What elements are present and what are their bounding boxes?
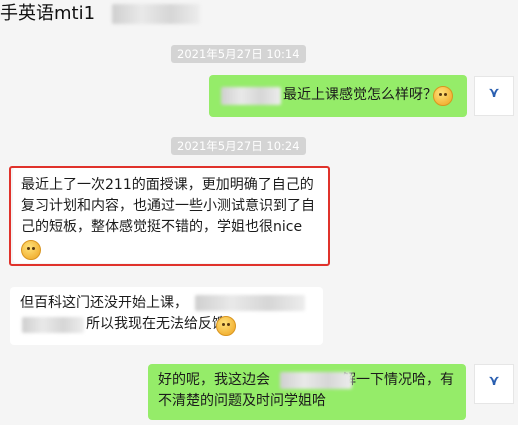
redacted-title [112,4,200,24]
highlight-frame [9,166,330,266]
avatar[interactable]: ⋎ [474,76,514,116]
outgoing-message[interactable]: 最近上课感觉怎么样呀？ [209,75,467,117]
cry-laugh-emoji-icon [216,316,236,336]
redacted-text [221,87,281,105]
redacted-text [280,372,352,389]
message-line: 不清楚的问题及时问学姐哈 [158,393,326,409]
redacted-text [195,295,305,311]
company-logo-icon: ⋎ [488,84,500,101]
redacted-text [22,317,84,333]
company-logo-icon: ⋎ [488,372,500,389]
smile-emoji-icon [433,86,453,106]
avatar[interactable]: ⋎ [474,364,514,404]
outgoing-message[interactable]: 好的呢，我这边会 解一下情况哈，有 不清楚的问题及时问学姐哈 [148,364,466,420]
timestamp: 2021年5月27日 10:14 [171,45,306,63]
incoming-message[interactable]: 但百科这门还没开始上课， 所以我现在无法给反馈 [10,287,323,345]
timestamp: 2021年5月27日 10:24 [171,137,306,155]
